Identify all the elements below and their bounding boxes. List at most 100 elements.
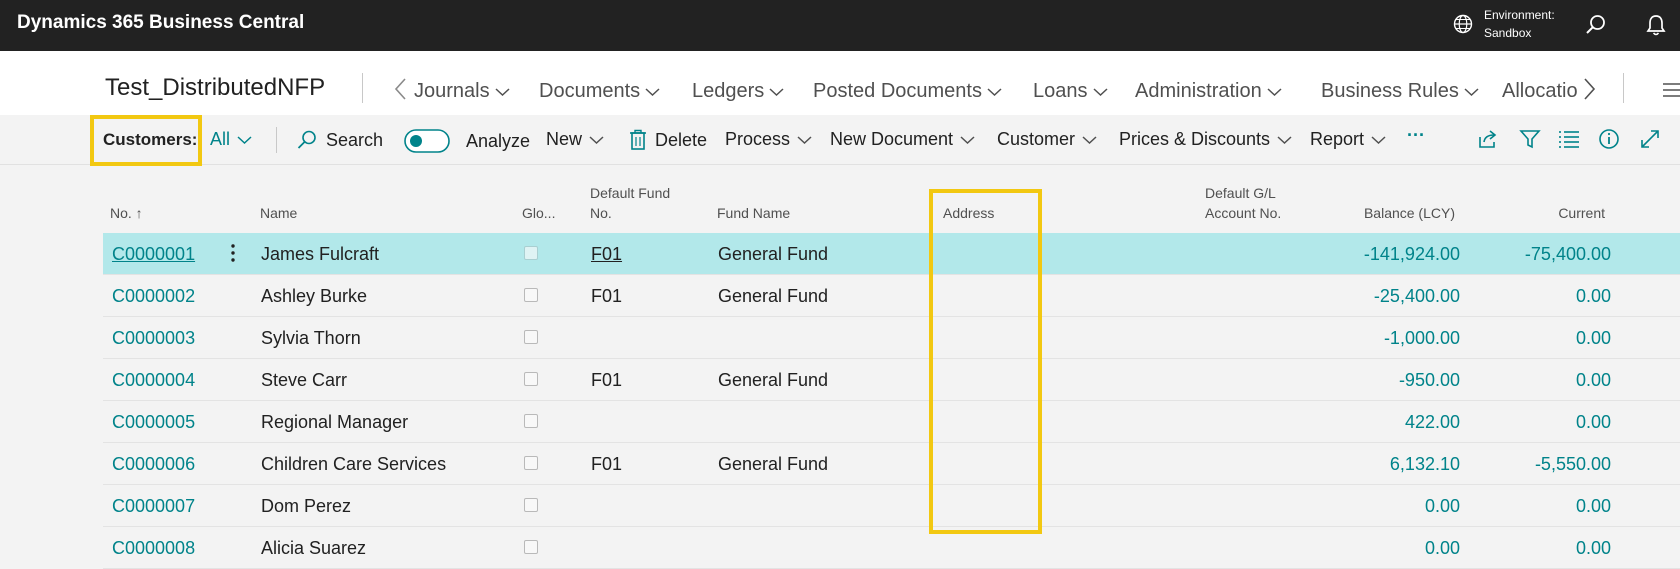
nav-scroll-left-button[interactable] (393, 77, 407, 106)
list-view-button[interactable] (1558, 130, 1580, 153)
global-checkbox[interactable] (524, 414, 538, 428)
table-row[interactable]: C0000007 Dom Perez 0.00 0.00 (103, 485, 1680, 527)
balance-current[interactable]: -5,550.00 (1463, 454, 1611, 475)
customer-name: Steve Carr (261, 370, 348, 390)
more-options-button[interactable]: ··· (1407, 125, 1425, 146)
process-menu[interactable]: Process (725, 129, 812, 150)
table-row[interactable]: C0000004 Steve Carr F01 General Fund -95… (103, 359, 1680, 401)
filter-button[interactable] (1519, 128, 1541, 155)
customer-name: Regional Manager (261, 412, 409, 432)
nav-loans-label: Loans (1033, 80, 1088, 102)
table-row[interactable]: C0000003 Sylvia Thorn -1,000.00 0.00 (103, 317, 1680, 359)
global-checkbox[interactable] (524, 288, 538, 302)
column-header-address[interactable]: Address (943, 203, 994, 223)
global-checkbox[interactable] (524, 456, 538, 470)
customer-no[interactable]: C0000004 (112, 370, 195, 391)
customer-no[interactable]: C0000007 (112, 496, 195, 517)
customer-menu[interactable]: Customer (997, 129, 1097, 150)
expand-icon (1641, 130, 1659, 148)
table-row[interactable]: C0000006 Children Care Services F01 Gene… (103, 443, 1680, 485)
column-header-default-fund-no-line2: No. (590, 205, 612, 221)
prices-discounts-menu[interactable]: Prices & Discounts (1119, 129, 1292, 150)
default-fund-no[interactable]: F01 (591, 244, 622, 265)
balance-current[interactable]: 0.00 (1463, 370, 1611, 391)
global-checkbox[interactable] (524, 498, 538, 512)
column-header-default-fund-no[interactable]: Default Fund No. (590, 183, 670, 223)
global-checkbox[interactable] (524, 540, 538, 554)
global-checkbox[interactable] (524, 372, 538, 386)
chevron-down-icon (797, 135, 812, 144)
nav-business-rules[interactable]: Business Rules (1321, 80, 1479, 103)
balance-current[interactable]: -75,400.00 (1463, 244, 1611, 265)
default-fund-no[interactable]: F01 (591, 370, 622, 391)
vertical-ellipsis-icon (231, 244, 235, 262)
navigation-bar: Test_DistributedNFP Journals Documents L… (0, 51, 1680, 115)
table-row[interactable]: C0000005 Regional Manager 422.00 0.00 (103, 401, 1680, 443)
table-row[interactable]: C0000008 Alicia Suarez 0.00 0.00 (103, 527, 1680, 569)
balance-current[interactable]: 0.00 (1463, 538, 1611, 559)
nav-documents[interactable]: Documents (539, 80, 660, 103)
column-header-balance[interactable]: Balance (LCY) (1300, 203, 1455, 223)
new-document-menu[interactable]: New Document (830, 129, 975, 150)
table-row[interactable]: C0000001 James Fulcraft F01 General Fund… (103, 233, 1680, 275)
nav-menu-button[interactable] (1661, 82, 1680, 103)
customer-no[interactable]: C0000008 (112, 538, 195, 559)
balance-lcy[interactable]: -141,924.00 (1283, 244, 1460, 265)
balance-lcy[interactable]: 6,132.10 (1283, 454, 1460, 475)
customer-no[interactable]: C0000005 (112, 412, 195, 433)
nav-ledgers[interactable]: Ledgers (692, 80, 784, 103)
customer-label: Customer (997, 129, 1076, 149)
default-fund-no[interactable]: F01 (591, 454, 622, 475)
global-checkbox[interactable] (524, 330, 538, 344)
nav-scroll-right-button[interactable] (1583, 77, 1597, 106)
nav-administration[interactable]: Administration (1135, 80, 1282, 103)
customer-name: Dom Perez (261, 496, 352, 516)
nav-journals-label: Journals (414, 80, 490, 102)
balance-current[interactable]: 0.00 (1463, 286, 1611, 307)
company-name[interactable]: Test_DistributedNFP (105, 74, 325, 102)
column-header-name[interactable]: Name (260, 203, 297, 223)
nav-posted-documents[interactable]: Posted Documents (813, 80, 1002, 103)
nav-allocations[interactable]: Allocatio (1502, 80, 1584, 103)
column-header-current[interactable]: Current (1460, 203, 1605, 223)
customer-no[interactable]: C0000002 (112, 286, 195, 307)
app-title[interactable]: Dynamics 365 Business Central (17, 12, 304, 34)
global-checkbox[interactable] (524, 246, 538, 260)
search-list-button[interactable]: Search (296, 129, 383, 151)
column-header-no[interactable]: No. ↑ (110, 203, 143, 223)
balance-lcy[interactable]: 0.00 (1283, 538, 1460, 559)
notifications-button[interactable] (1643, 12, 1669, 38)
customer-no[interactable]: C0000003 (112, 328, 195, 349)
environment-indicator[interactable]: Environment: Sandbox (1452, 6, 1555, 42)
balance-lcy[interactable]: -25,400.00 (1283, 286, 1460, 307)
balance-lcy[interactable]: -1,000.00 (1283, 328, 1460, 349)
report-menu[interactable]: Report (1310, 129, 1386, 150)
table-row[interactable]: C0000002 Ashley Burke F01 General Fund -… (103, 275, 1680, 317)
balance-lcy[interactable]: 0.00 (1283, 496, 1460, 517)
balance-current[interactable]: 0.00 (1463, 496, 1611, 517)
view-selector[interactable]: All (210, 129, 252, 150)
column-header-global[interactable]: Glo... (522, 203, 555, 223)
balance-current[interactable]: 0.00 (1463, 328, 1611, 349)
nav-journals[interactable]: Journals (414, 80, 510, 103)
balance-current[interactable]: 0.00 (1463, 412, 1611, 433)
share-icon (1479, 130, 1497, 148)
analyze-toggle[interactable]: Analyze (404, 129, 530, 153)
balance-lcy[interactable]: 422.00 (1283, 412, 1460, 433)
column-header-default-gl-account-no[interactable]: Default G/L Account No. (1205, 183, 1281, 223)
column-header-fund-name[interactable]: Fund Name (717, 203, 790, 223)
share-button[interactable] (1477, 128, 1499, 155)
new-button[interactable]: New (546, 129, 604, 150)
customer-no[interactable]: C0000001 (112, 244, 195, 265)
delete-button[interactable]: Delete (629, 129, 707, 151)
row-actions-button[interactable] (230, 242, 236, 269)
info-button[interactable] (1598, 128, 1620, 155)
customer-no[interactable]: C0000006 (112, 454, 195, 475)
nav-loans[interactable]: Loans (1033, 80, 1108, 103)
expand-button[interactable] (1639, 128, 1661, 155)
new-document-label: New Document (830, 129, 954, 149)
search-button[interactable] (1583, 12, 1609, 38)
balance-lcy[interactable]: -950.00 (1283, 370, 1460, 391)
default-fund-no[interactable]: F01 (591, 286, 622, 307)
info-icon (1599, 129, 1619, 149)
